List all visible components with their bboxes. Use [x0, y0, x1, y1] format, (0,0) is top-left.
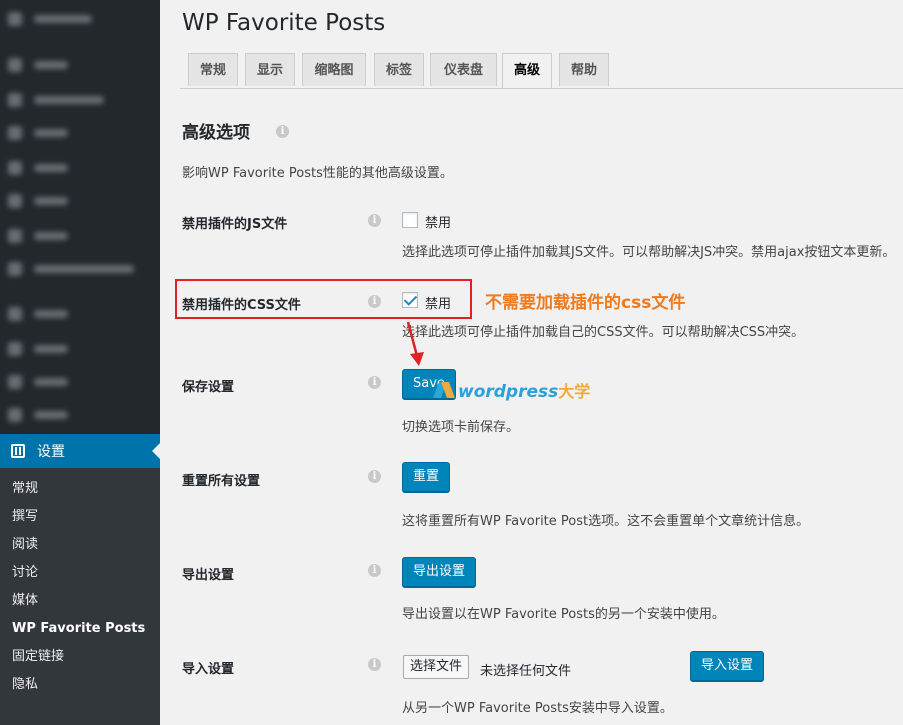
reset-description: 这将重置所有WP Favorite Post选项。这不会重置单个文章统计信息。	[402, 514, 810, 529]
submenu-item-permalinks[interactable]: 固定链接	[12, 647, 64, 667]
annotation-highlight-box	[175, 279, 472, 319]
sidebar-item-blurred[interactable]	[8, 338, 68, 360]
settings-tabs: 常规 显示 缩略图 标签 仪表盘 高级 帮助	[180, 53, 903, 89]
current-menu-arrow	[152, 443, 160, 459]
sidebar-item-blurred[interactable]	[8, 122, 68, 144]
sidebar-item-blurred[interactable]	[8, 225, 68, 247]
reset-button[interactable]: 重置	[402, 462, 451, 492]
file-status: 未选择任何文件	[480, 664, 572, 679]
tab-thumbnails[interactable]: 缩略图	[302, 53, 366, 86]
tab-general[interactable]: 常规	[188, 53, 238, 86]
settings-submenu: 常规 撰写 阅读 讨论 媒体 WP Favorite Posts 固定链接 隐私	[0, 468, 160, 725]
info-icon[interactable]: i	[368, 564, 381, 577]
save-settings-label: 保存设置	[182, 380, 235, 395]
submenu-item-wp-favorite-posts[interactable]: WP Favorite Posts	[12, 619, 145, 639]
submenu-item-reading[interactable]: 阅读	[12, 535, 38, 555]
wordpress-daxue-logo-icon	[436, 382, 452, 398]
tab-advanced[interactable]: 高级	[502, 53, 552, 88]
tab-help[interactable]: 帮助	[559, 53, 609, 86]
disable-css-description: 选择此选项可停止插件加载自己的CSS文件。可以帮助解决CSS冲突。	[402, 325, 805, 340]
sidebar-item-blurred[interactable]	[8, 404, 68, 426]
sidebar-item-blurred[interactable]	[8, 303, 68, 325]
submenu-item-writing[interactable]: 撰写	[12, 507, 38, 527]
tab-dashboard[interactable]: 仪表盘	[430, 53, 497, 86]
disable-js-checkbox-label[interactable]: 禁用	[425, 212, 451, 231]
tab-display[interactable]: 显示	[245, 53, 295, 86]
disable-js-checkbox[interactable]	[402, 212, 418, 228]
submenu-item-general[interactable]: 常规	[12, 479, 38, 499]
sidebar-item-blurred[interactable]	[8, 371, 68, 393]
info-icon[interactable]: i	[368, 214, 381, 227]
annotation-callout: 不需要加载插件的css文件	[485, 293, 686, 313]
sidebar-item-blurred[interactable]	[8, 89, 104, 111]
admin-sidebar: 设置 常规 撰写 阅读 讨论 媒体 WP Favorite Posts 固定链接…	[0, 0, 160, 725]
settings-sliders-icon	[11, 444, 25, 458]
info-icon[interactable]: i	[368, 470, 381, 483]
reset-settings-label: 重置所有设置	[182, 474, 261, 489]
info-icon[interactable]: i	[276, 125, 289, 138]
watermark: wordpress大学	[436, 378, 590, 402]
export-settings-label: 导出设置	[182, 568, 235, 583]
annotation-arrow-icon	[406, 321, 424, 366]
submenu-item-media[interactable]: 媒体	[12, 591, 38, 611]
sidebar-item-settings[interactable]: 设置	[0, 434, 160, 468]
sidebar-item-blurred[interactable]	[8, 190, 68, 212]
watermark-text: wordpress大学	[458, 382, 591, 402]
disable-js-label: 禁用插件的JS文件	[182, 217, 288, 232]
import-button[interactable]: 导入设置	[690, 651, 765, 681]
submenu-item-discussion[interactable]: 讨论	[12, 563, 38, 583]
tab-tags[interactable]: 标签	[374, 53, 424, 86]
info-icon[interactable]: i	[368, 376, 381, 389]
sidebar-item-label: 设置	[37, 444, 65, 460]
save-description: 切换选项卡前保存。	[402, 420, 520, 435]
disable-js-description: 选择此选项可停止插件加载其JS文件。可以帮助解决JS冲突。禁用ajax按钮文本更…	[402, 245, 896, 260]
import-description: 从另一个WP Favorite Posts安装中导入设置。	[402, 701, 673, 716]
section-description: 影响WP Favorite Posts性能的其他高级设置。	[182, 166, 453, 181]
info-icon[interactable]: i	[368, 658, 381, 671]
choose-file-button[interactable]: 选择文件	[403, 655, 470, 679]
sidebar-item-blurred[interactable]	[8, 157, 68, 179]
section-title: 高级选项	[182, 123, 250, 143]
submenu-item-privacy[interactable]: 隐私	[12, 675, 38, 695]
import-settings-label: 导入设置	[182, 662, 235, 677]
sidebar-item-blurred[interactable]	[8, 54, 68, 76]
export-button[interactable]: 导出设置	[402, 557, 477, 587]
export-description: 导出设置以在WP Favorite Posts的另一个安装中使用。	[402, 607, 725, 622]
sidebar-item-blurred[interactable]	[8, 8, 92, 30]
sidebar-item-blurred[interactable]	[8, 258, 134, 280]
page-title: WP Favorite Posts	[182, 10, 386, 36]
